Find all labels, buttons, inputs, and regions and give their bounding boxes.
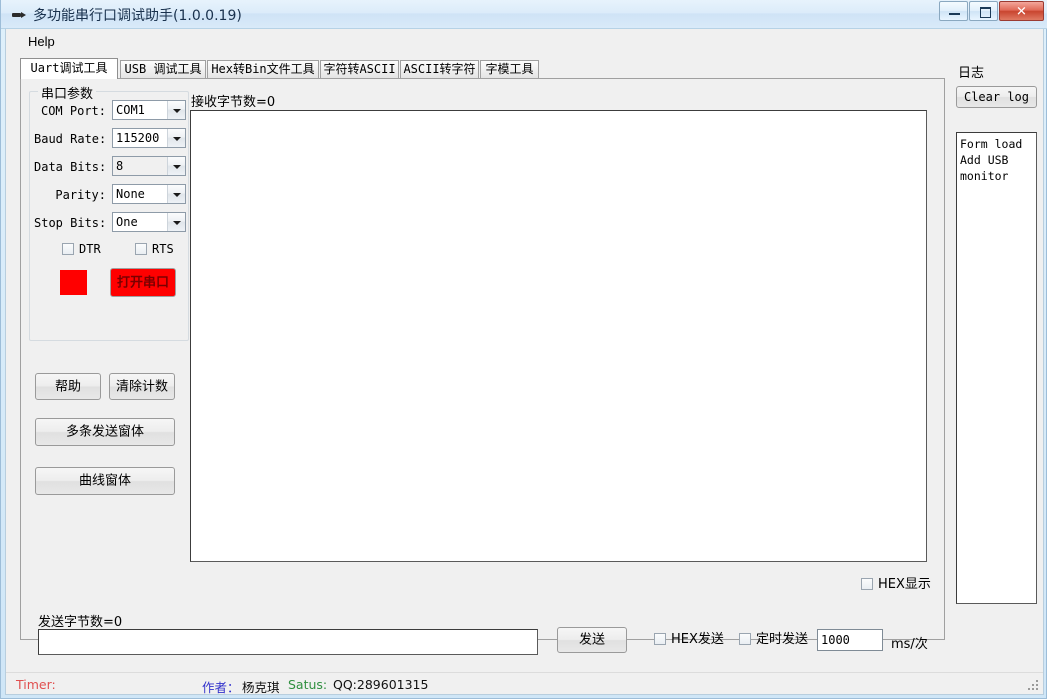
title-bar[interactable]: 多功能串行口调试助手(1.0.0.19) ✕	[1, 0, 1047, 29]
send-button[interactable]: 发送	[557, 627, 627, 653]
tab-page-uart: 串口参数 COM Port: COM1 Baud Rate: 115200 Da…	[20, 78, 945, 640]
com-port-value: COM1	[116, 103, 145, 117]
status-bar: Timer: 作者： 杨克琪 Satus: QQ:289601315	[6, 672, 1043, 695]
data-bits-select[interactable]: 8	[112, 156, 186, 176]
hex-display-checkbox[interactable]: HEX显示	[861, 577, 931, 592]
send-interval-input[interactable]: 1000	[817, 629, 883, 651]
log-panel-title: 日志	[958, 66, 985, 81]
window-controls: ✕	[938, 1, 1044, 22]
baud-rate-value: 115200	[116, 131, 160, 145]
open-port-label: 打开串口	[116, 275, 169, 290]
multi-send-label: 多条发送窗体	[65, 424, 144, 440]
port-status-indicator	[60, 270, 87, 295]
com-port-label: COM Port:	[40, 104, 106, 118]
chevron-down-icon[interactable]	[167, 157, 185, 175]
log-line: monitor	[960, 169, 1009, 183]
parity-select[interactable]: None	[112, 184, 186, 204]
tab-char-to-ascii[interactable]: 字符转ASCII	[320, 60, 399, 78]
checkbox-box	[654, 633, 666, 645]
status-author-label: 作者：	[202, 680, 240, 695]
help-button-label: 帮助	[54, 379, 81, 394]
send-input[interactable]	[38, 629, 538, 655]
tab-uart-tool[interactable]: Uart调试工具	[20, 58, 118, 79]
dtr-checkbox[interactable]: DTR	[62, 242, 101, 256]
status-status-label: Satus:	[288, 677, 328, 692]
clear-count-label: 清除计数	[115, 379, 168, 394]
minimize-icon	[949, 13, 960, 15]
log-textarea[interactable]: Form load Add USB monitor	[956, 132, 1037, 604]
rts-label: RTS	[152, 242, 174, 256]
dtr-label: DTR	[79, 242, 101, 256]
clear-log-label: Clear log	[963, 90, 1030, 104]
tab-hex-to-bin[interactable]: Hex转Bin文件工具	[207, 60, 319, 78]
maximize-icon	[980, 7, 991, 18]
hex-send-checkbox[interactable]: HEX发送	[654, 633, 724, 647]
checkbox-box	[135, 243, 147, 255]
serial-plug-icon	[11, 8, 27, 22]
chevron-down-icon[interactable]	[167, 213, 185, 231]
log-line: Form load	[960, 137, 1023, 151]
send-interval-unit-label: ms/次	[891, 637, 928, 652]
data-bits-label: Data Bits:	[34, 160, 107, 174]
chevron-down-icon[interactable]	[167, 101, 185, 119]
receive-textarea[interactable]	[190, 110, 927, 562]
tab-strip: Uart调试工具 USB 调试工具 Hex转Bin文件工具 字符转ASCII A…	[20, 58, 945, 79]
status-timer-label: Timer:	[16, 677, 56, 692]
close-button[interactable]: ✕	[999, 1, 1044, 21]
log-panel: 日志 Clear log Form load Add USB monitor	[950, 58, 1045, 640]
tab-usb-tool[interactable]: USB 调试工具	[120, 60, 206, 78]
close-icon: ✕	[1016, 3, 1027, 19]
menu-strip: Help	[6, 29, 1043, 53]
maximize-button[interactable]	[969, 1, 998, 21]
menu-item-help[interactable]: Help	[24, 33, 59, 50]
send-interval-value: 1000	[821, 633, 850, 647]
curve-window-button[interactable]: 曲线窗体	[35, 467, 175, 495]
parity-value: None	[116, 187, 145, 201]
com-port-select[interactable]: COM1	[112, 100, 186, 120]
rts-checkbox[interactable]: RTS	[135, 242, 174, 256]
send-byte-count-label: 发送字节数=0	[38, 615, 123, 630]
application-window: 多功能串行口调试助手(1.0.0.19) ✕ Help Uart调试工具 USB…	[0, 0, 1047, 699]
clear-log-button[interactable]: Clear log	[956, 86, 1037, 108]
stop-bits-select[interactable]: One	[112, 212, 186, 232]
client-area: Help Uart调试工具 USB 调试工具 Hex转Bin文件工具 字符转AS…	[5, 29, 1044, 695]
log-line: Add USB	[960, 153, 1009, 167]
receive-byte-count-label: 接收字节数=0	[191, 95, 276, 110]
stop-bits-label: Stop Bits:	[34, 216, 107, 230]
serial-params-groupbox: 串口参数 COM Port: COM1 Baud Rate: 115200 Da…	[29, 83, 189, 341]
checkbox-box	[861, 578, 873, 590]
window-frame: 多功能串行口调试助手(1.0.0.19) ✕ Help Uart调试工具 USB…	[0, 0, 1047, 699]
chevron-down-icon[interactable]	[167, 185, 185, 203]
status-author-name: 杨克琪	[242, 680, 280, 695]
checkbox-box	[739, 633, 751, 645]
timed-send-checkbox[interactable]: 定时发送	[739, 633, 808, 647]
minimize-button[interactable]	[939, 1, 968, 21]
parity-label: Parity:	[55, 188, 106, 202]
chevron-down-icon[interactable]	[167, 129, 185, 147]
baud-rate-select[interactable]: 115200	[112, 128, 186, 148]
tab-font-tool[interactable]: 字模工具	[480, 60, 539, 78]
multi-send-window-button[interactable]: 多条发送窗体	[35, 418, 175, 446]
hex-display-label: HEX显示	[878, 577, 931, 592]
checkbox-box	[62, 243, 74, 255]
help-button[interactable]: 帮助	[35, 373, 101, 400]
tab-ascii-to-char[interactable]: ASCII转字符	[400, 60, 479, 78]
timed-send-label: 定时发送	[756, 632, 809, 647]
status-qq-label: QQ:289601315	[333, 677, 429, 692]
send-button-label: 发送	[578, 632, 605, 648]
stop-bits-value: One	[116, 215, 138, 229]
hex-send-label: HEX发送	[671, 632, 724, 647]
curve-window-label: 曲线窗体	[78, 473, 131, 489]
window-title: 多功能串行口调试助手(1.0.0.19)	[33, 8, 242, 24]
clear-count-button[interactable]: 清除计数	[109, 373, 175, 400]
baud-rate-label: Baud Rate:	[34, 132, 107, 146]
open-port-button[interactable]: 打开串口	[110, 268, 176, 297]
data-bits-value: 8	[116, 159, 124, 173]
serial-params-title: 串口参数	[38, 83, 97, 102]
resize-gripper-icon[interactable]	[1028, 680, 1040, 692]
